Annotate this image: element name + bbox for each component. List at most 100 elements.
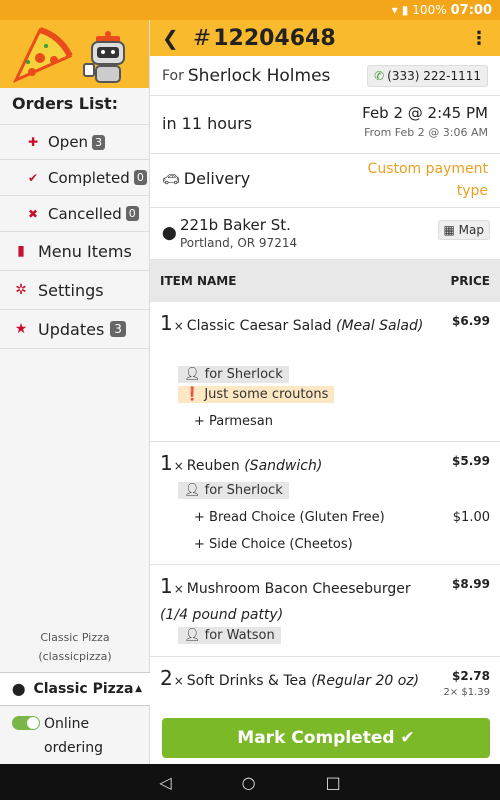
close-square-icon: ✖	[27, 206, 39, 221]
recipient-label: for Sherlock	[204, 367, 283, 382]
mark-completed-button[interactable]: Mark Completed ✔	[162, 718, 490, 758]
map-button[interactable]: ▦ Map	[437, 220, 490, 240]
price-header: PRICE	[450, 274, 490, 288]
sidebar: Orders List: ✚ Open 3 ✔ Completed 0 ✖ Ca…	[0, 20, 150, 764]
item-name: Reuben	[186, 458, 240, 474]
sidebar-item-settings[interactable]: ✲ Settings	[0, 271, 149, 310]
clock: 07:00	[450, 2, 492, 18]
item-modifier: + Side Choice (Cheetos)	[194, 537, 353, 552]
item-name: Classic Caesar Salad	[186, 318, 332, 334]
order-detail: ❮ # 12204648 ⋮ For Sherlock Holmes ✆ (333…	[150, 20, 500, 764]
orders-list-title: Orders List:	[12, 94, 119, 113]
store-selector-label: Classic Pizza	[33, 681, 134, 697]
check-icon: ✔	[394, 728, 415, 748]
scheduled-time: Feb 2 @ 2:45 PM	[362, 104, 488, 122]
item-quantity: 1	[160, 451, 173, 475]
order-item: 1× Classic Caesar Salad (Meal Salad) $6.9…	[150, 302, 500, 442]
book-icon: ▮	[17, 243, 25, 259]
mark-completed-label: Mark Completed	[237, 728, 395, 748]
pizza-slice-icon	[12, 27, 73, 84]
item-note: ❗ Just some croutons	[178, 386, 335, 403]
map-icon: ▦	[443, 223, 459, 237]
map-label: Map	[458, 223, 484, 237]
online-ordering-toggle[interactable]	[12, 716, 40, 730]
info-icon: ❗	[184, 387, 205, 402]
times-sign: ×	[173, 674, 184, 688]
address-line-2: Portland, OR 97214	[180, 236, 298, 250]
item-title: 1× Mushroom Bacon Cheeseburger (1/4 pound…	[160, 573, 430, 628]
recipient-tag: 👤︎ for Sherlock	[178, 366, 289, 383]
sidebar-item-updates[interactable]: ★ Updates 3	[0, 310, 149, 349]
store-name: Classic Pizza	[40, 631, 110, 644]
battery-level: 100%	[412, 3, 447, 17]
customer-name: Sherlock Holmes	[187, 65, 331, 86]
item-category: (Meal Salad)	[336, 318, 424, 334]
times-sign: ×	[173, 459, 184, 473]
user-icon: 👤︎	[184, 483, 205, 498]
item-quantity: 1	[160, 574, 173, 598]
location-pin-icon: ⬤	[162, 226, 177, 241]
time-row: in 11 hours Feb 2 @ 2:45 PM From Feb 2 @…	[150, 96, 500, 154]
count-badge: 0	[125, 206, 139, 221]
address-row: ⬤ 221b Baker St. Portland, OR 97214 ▦ Ma…	[150, 208, 500, 260]
home-circle-icon[interactable]: ○	[242, 773, 256, 792]
user-icon: 👤︎	[184, 367, 205, 382]
sidebar-item-menu-items[interactable]: ▮ Menu Items	[0, 232, 149, 271]
delivery-type: 🚗︎ Delivery	[162, 169, 250, 188]
note-text: Just some croutons	[204, 387, 329, 402]
delivery-row: 🚗︎ Delivery Custom payment type	[150, 154, 500, 208]
store-selector[interactable]: ⬤ Classic Pizza ▲	[0, 672, 150, 706]
eta-text: in 11 hours	[162, 114, 253, 133]
check-icon: ✔	[27, 170, 39, 185]
modifier-label: Bread Choice (Gluten Free)	[209, 510, 385, 525]
robot-mascot-icon	[83, 31, 125, 83]
customer-row: For Sherlock Holmes ✆ (333) 222-1111	[150, 56, 500, 96]
more-options-icon[interactable]: ⋮	[470, 28, 488, 49]
item-price: $5.99	[452, 454, 490, 468]
modifier-price: $1.00	[452, 510, 490, 525]
item-price: $2.78	[452, 669, 490, 683]
item-category: (1/4 pound patty)	[160, 607, 284, 623]
user-icon: 👤︎	[184, 628, 205, 643]
count-badge: 3	[92, 134, 106, 150]
item-modifier: + Parmesan	[194, 414, 274, 429]
sidebar-item-label: Open	[48, 133, 89, 151]
back-chevron-icon[interactable]: ❮	[162, 26, 179, 50]
star-icon: ★	[14, 321, 28, 337]
sidebar-item-label: Cancelled	[48, 204, 122, 223]
car-icon: 🚗︎	[162, 172, 180, 188]
status-bar: ▾ ▮ 100% 07:00	[0, 0, 500, 20]
store-id: (classicpizza)	[38, 650, 112, 663]
item-modifier: + Bread Choice (Gluten Free)	[194, 510, 385, 525]
count-badge: 3	[110, 321, 126, 337]
order-number: 12204648	[213, 25, 336, 51]
item-quantity: 1	[160, 311, 173, 335]
item-title: 1× Classic Caesar Salad (Meal Salad)	[160, 310, 430, 339]
item-quantity: 2	[160, 666, 173, 690]
address-line-1: 221b Baker St.	[180, 216, 291, 234]
item-category: (Sandwich)	[244, 458, 323, 474]
item-name: Mushroom Bacon Cheeseburger	[186, 581, 411, 597]
call-customer-button[interactable]: ✆ (333) 222-1111	[367, 64, 488, 87]
item-title: 2× Soft Drinks & Tea (Regular 20 oz)	[160, 665, 430, 694]
phone-icon: ✆	[374, 68, 385, 83]
sidebar-item-label: Settings	[38, 280, 104, 300]
sidebar-item-cancelled[interactable]: ✖ Cancelled 0	[0, 196, 149, 232]
count-badge: 0	[133, 170, 147, 185]
recipient-label: for Watson	[204, 628, 275, 643]
sidebar-item-completed[interactable]: ✔ Completed 0	[0, 160, 149, 196]
recents-square-icon[interactable]: □	[326, 773, 341, 792]
sidebar-item-open[interactable]: ✚ Open 3	[0, 124, 149, 160]
item-name: Soft Drinks & Tea	[186, 673, 307, 689]
gear-icon: ✲	[15, 282, 27, 298]
recipient-tag: 👤︎ for Watson	[178, 627, 281, 644]
item-price: $8.99	[452, 577, 490, 591]
order-header: ❮ # 12204648 ⋮	[150, 20, 500, 56]
unit-price: 2× $1.39	[443, 687, 490, 698]
recipient-tag: 👤︎ for Sherlock	[178, 482, 289, 499]
payment-type: Custom payment type	[367, 161, 488, 199]
sidebar-header	[0, 20, 149, 88]
item-category: (Regular 20 oz)	[311, 673, 420, 689]
back-triangle-icon[interactable]: ◁	[159, 773, 171, 792]
times-sign: ×	[173, 319, 184, 333]
